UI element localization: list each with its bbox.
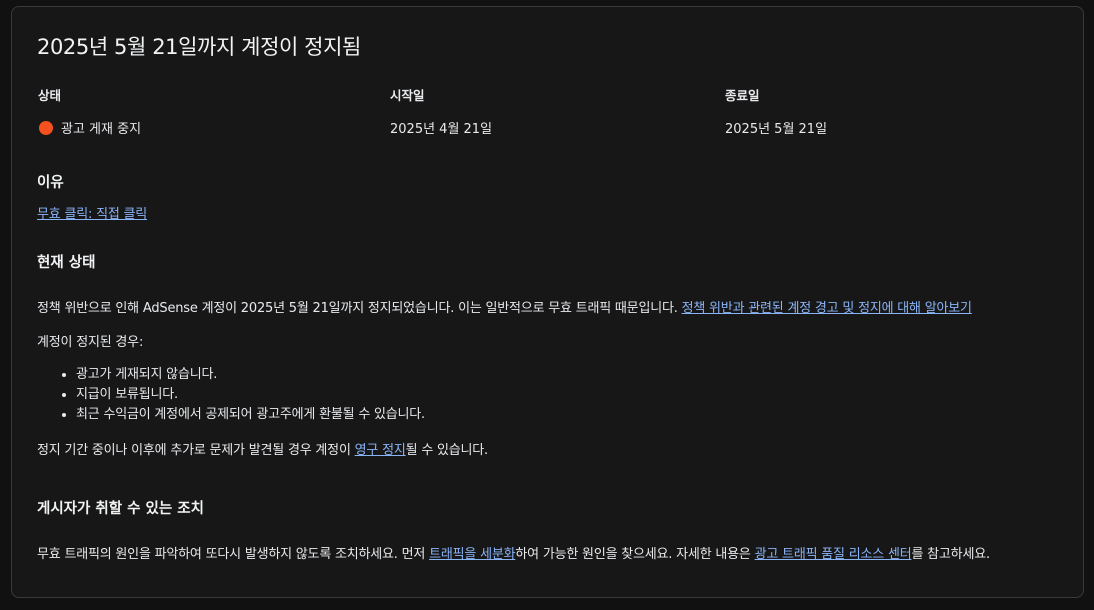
end-date-value: 2025년 5월 21일 — [725, 122, 828, 137]
segment-traffic-link[interactable]: 트래픽을 세분화 — [429, 547, 515, 562]
reason-text: 무효 클릭: 직접 클릭 — [37, 203, 147, 222]
start-date-column-header: 시작일 — [390, 88, 425, 103]
list-item: 광고가 게재되지 않습니다. — [76, 365, 425, 385]
ad-traffic-quality-resource-center-link[interactable]: 광고 트래픽 품질 리소스 센터 — [755, 547, 912, 562]
end-date-column-header: 종료일 — [725, 88, 760, 103]
publisher-actions-heading: 게시자가 취할 수 있는 조치 — [37, 501, 204, 517]
actions-text-2: 하여 가능한 원인을 찾으세요. 자세한 내용은 — [515, 547, 755, 562]
start-date-value: 2025년 4월 21일 — [390, 122, 493, 137]
current-status-paragraph: 정책 위반으로 인해 AdSense 계정이 2025년 5월 21일까지 정지… — [37, 297, 972, 316]
suspension-effects-list: 광고가 게재되지 않습니다. 지급이 보류됩니다. 최근 수익금이 계정에서 공… — [37, 365, 425, 425]
page-title: 2025년 5월 21일까지 계정이 정지됨 — [37, 35, 361, 59]
closing-text-after: 될 수 있습니다. — [405, 443, 489, 458]
list-item: 최근 수익금이 계정에서 공제되어 광고주에게 환불될 수 있습니다. — [76, 405, 425, 425]
publisher-actions-paragraph: 무효 트래픽의 원인을 파악하여 또다시 발생하지 않도록 조치하세요. 먼저 … — [37, 543, 990, 562]
status-text: 광고 게재 중지 — [61, 122, 142, 137]
actions-text-3: 를 참고하세요. — [911, 547, 990, 562]
actions-text-1: 무효 트래픽의 원인을 파악하여 또다시 발생하지 않도록 조치하세요. 먼저 — [37, 547, 430, 562]
when-suspended-text: 계정이 정지된 경우: — [37, 335, 144, 350]
status-value: 광고 게재 중지 — [39, 118, 141, 137]
policy-violation-learn-more-link[interactable]: 정책 위반과 관련된 계정 경고 및 정지에 대해 알아보기 — [682, 301, 972, 316]
list-item: 지급이 보류됩니다. — [76, 385, 425, 405]
current-status-heading: 현재 상태 — [37, 255, 96, 271]
status-indicator-icon — [39, 121, 53, 135]
invalid-click-reason-link[interactable]: 무효 클릭: 직접 클릭 — [37, 207, 147, 222]
permanent-suspension-paragraph: 정지 기간 중이나 이후에 추가로 문제가 발견될 경우 계정이 영구 정지될 … — [37, 439, 488, 458]
permanent-suspension-link[interactable]: 영구 정지 — [355, 443, 406, 458]
status-column-header: 상태 — [38, 88, 62, 103]
suspension-card: 2025년 5월 21일까지 계정이 정지됨 상태 시작일 종료일 광고 게재 … — [11, 6, 1084, 598]
current-status-text: 정책 위반으로 인해 AdSense 계정이 2025년 5월 21일까지 정지… — [37, 301, 682, 316]
reason-heading: 이유 — [37, 175, 64, 191]
closing-text-before: 정지 기간 중이나 이후에 추가로 문제가 발견될 경우 계정이 — [37, 443, 355, 458]
